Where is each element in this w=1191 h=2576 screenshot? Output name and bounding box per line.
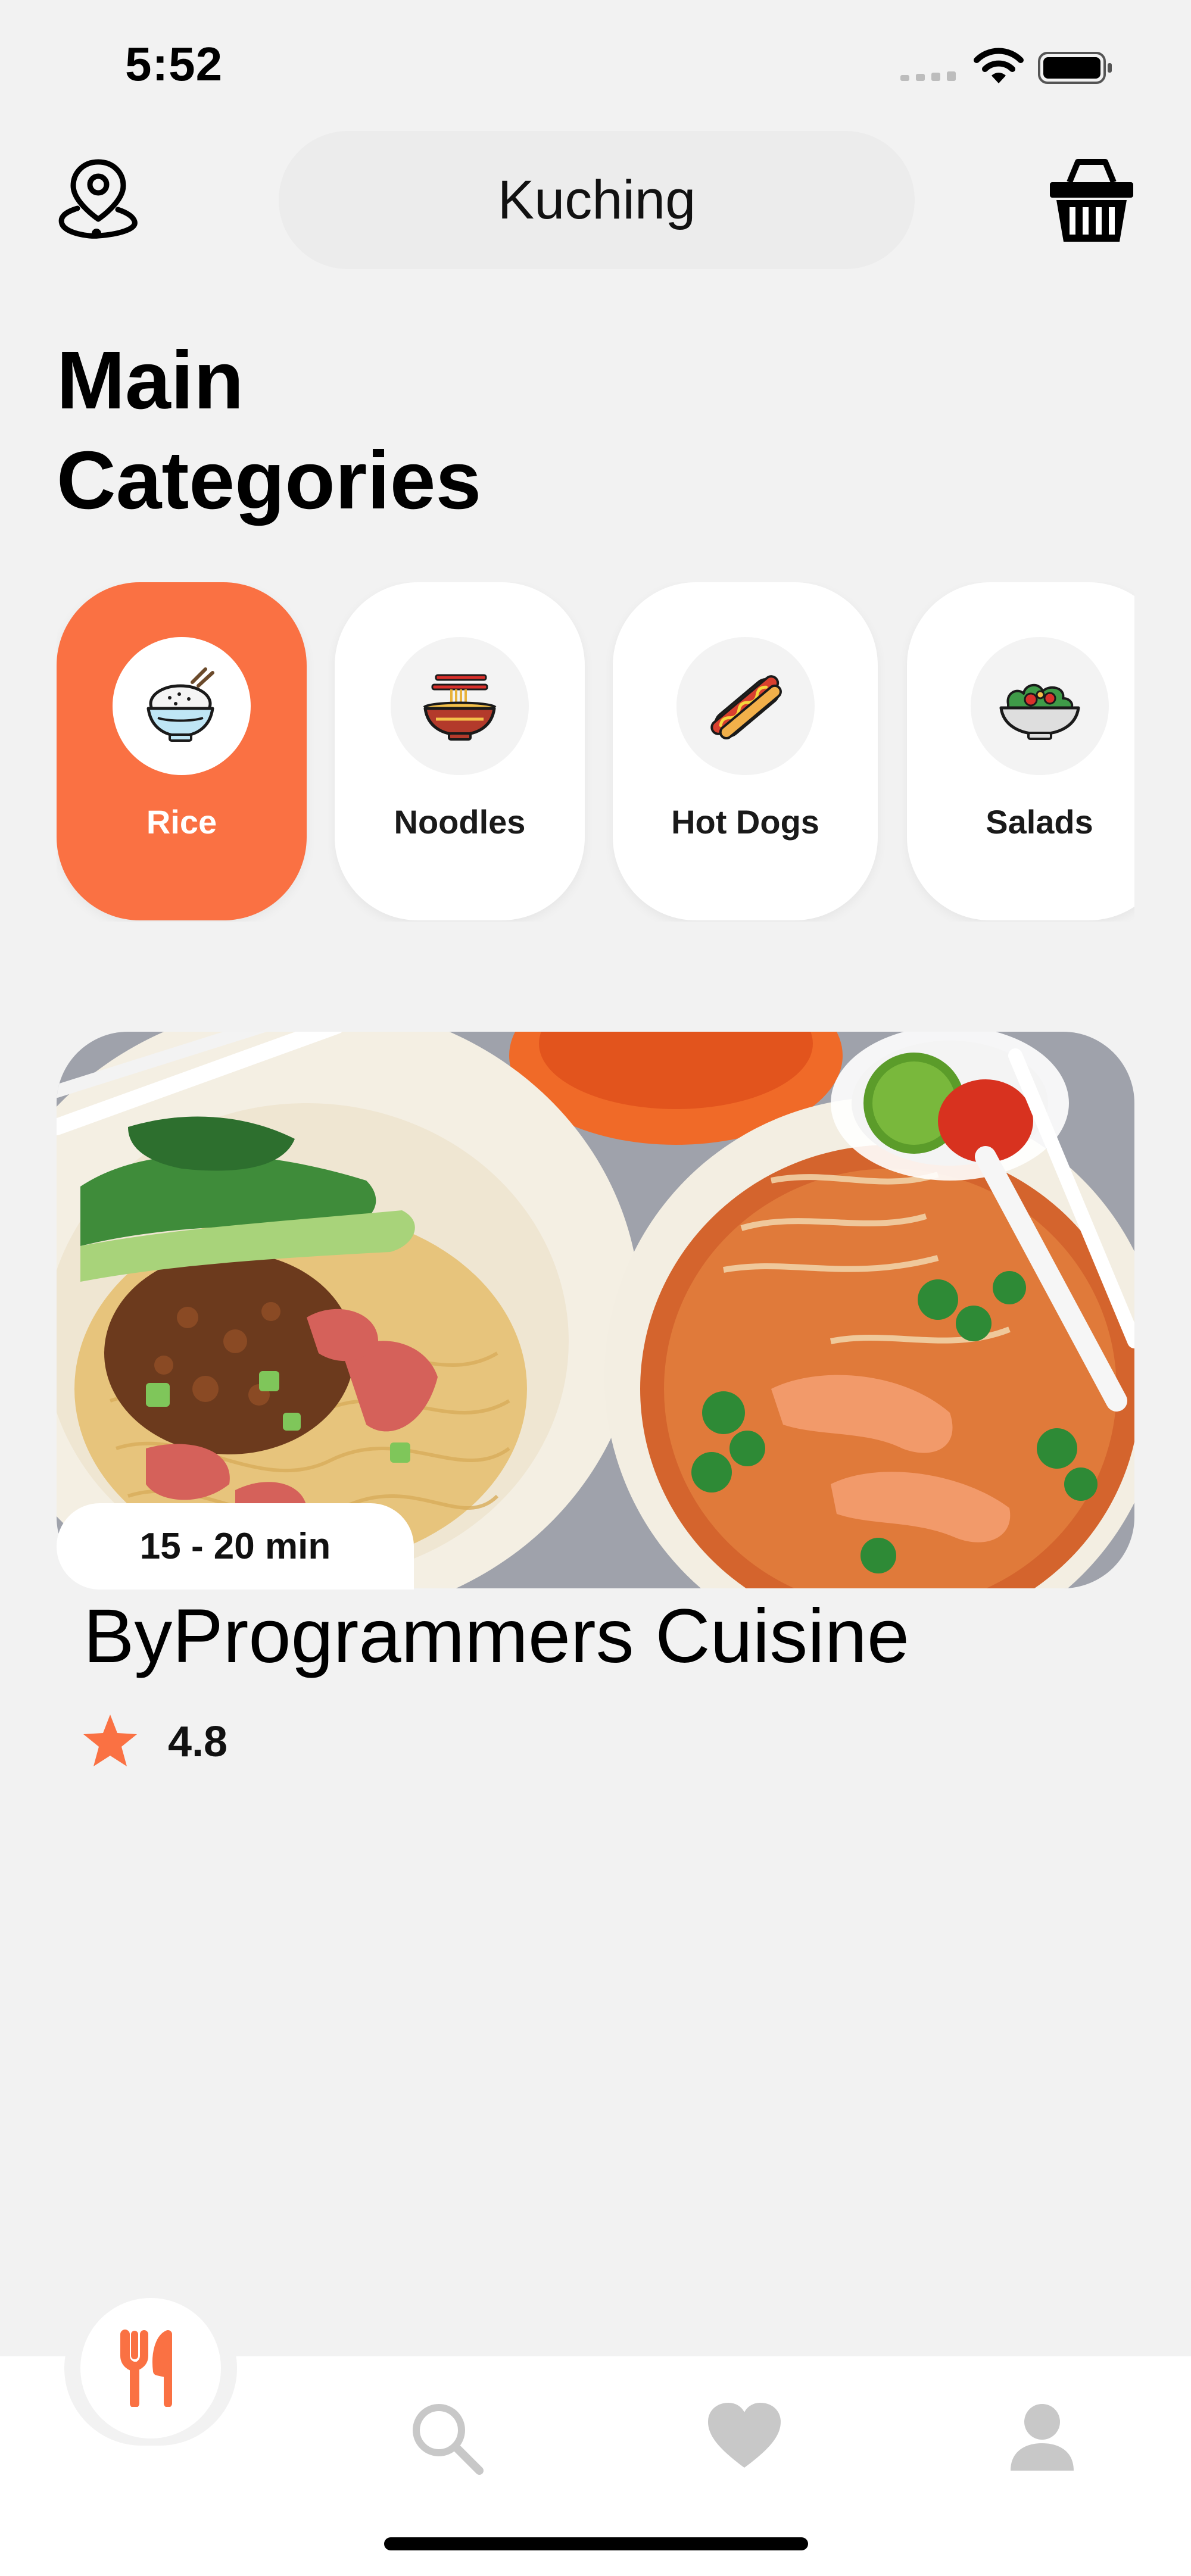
category-label: Rice xyxy=(146,803,217,841)
delivery-time-badge: 15 - 20 min xyxy=(57,1503,414,1590)
category-icon-circle xyxy=(970,637,1109,775)
heart-icon[interactable] xyxy=(706,2399,783,2477)
category-card-salads[interactable]: Salads xyxy=(907,582,1134,920)
basket-icon[interactable] xyxy=(1047,154,1136,249)
category-icon-circle xyxy=(676,637,815,775)
category-card-rice[interactable]: Rice xyxy=(57,582,307,920)
page-title: Main Categories xyxy=(57,330,481,530)
battery-icon xyxy=(1038,52,1112,84)
hot-dog-icon xyxy=(710,675,782,740)
restaurant-name[interactable]: ByProgrammers Cuisine xyxy=(83,1593,909,1680)
star-icon xyxy=(83,1715,137,1766)
salad-bowl-icon xyxy=(999,684,1080,740)
location-selector[interactable]: Kuching xyxy=(279,131,915,269)
location-label: Kuching xyxy=(497,169,696,230)
category-icon-circle xyxy=(113,637,251,775)
delivery-time-text: 15 - 20 min xyxy=(139,1526,331,1567)
category-list[interactable]: Rice Noodles Hot Dogs Salads xyxy=(57,582,1134,922)
noodle-bowl-icon xyxy=(423,674,497,741)
user-icon[interactable] xyxy=(1003,2399,1081,2477)
category-label: Noodles xyxy=(394,803,526,841)
search-icon[interactable] xyxy=(408,2399,485,2477)
page-title-line-2: Categories xyxy=(57,435,482,526)
fork-knife-icon xyxy=(120,2330,172,2407)
cellular-signal-icon xyxy=(900,70,957,81)
category-card-noodles[interactable]: Noodles xyxy=(335,582,585,920)
page-title-line-1: Main xyxy=(57,335,244,426)
rice-bowl-icon xyxy=(146,667,214,742)
restaurant-rating: 4.8 xyxy=(168,1718,228,1766)
category-label: Hot Dogs xyxy=(671,803,819,841)
location-pin-icon[interactable] xyxy=(54,155,143,244)
wifi-icon xyxy=(974,48,1024,83)
category-card-hot-dogs[interactable]: Hot Dogs xyxy=(613,582,878,920)
category-icon-circle xyxy=(391,637,529,775)
category-label: Salads xyxy=(986,803,1093,841)
home-indicator xyxy=(384,2537,808,2550)
nav-home-button[interactable] xyxy=(80,2298,221,2438)
status-time: 5:52 xyxy=(125,38,223,90)
